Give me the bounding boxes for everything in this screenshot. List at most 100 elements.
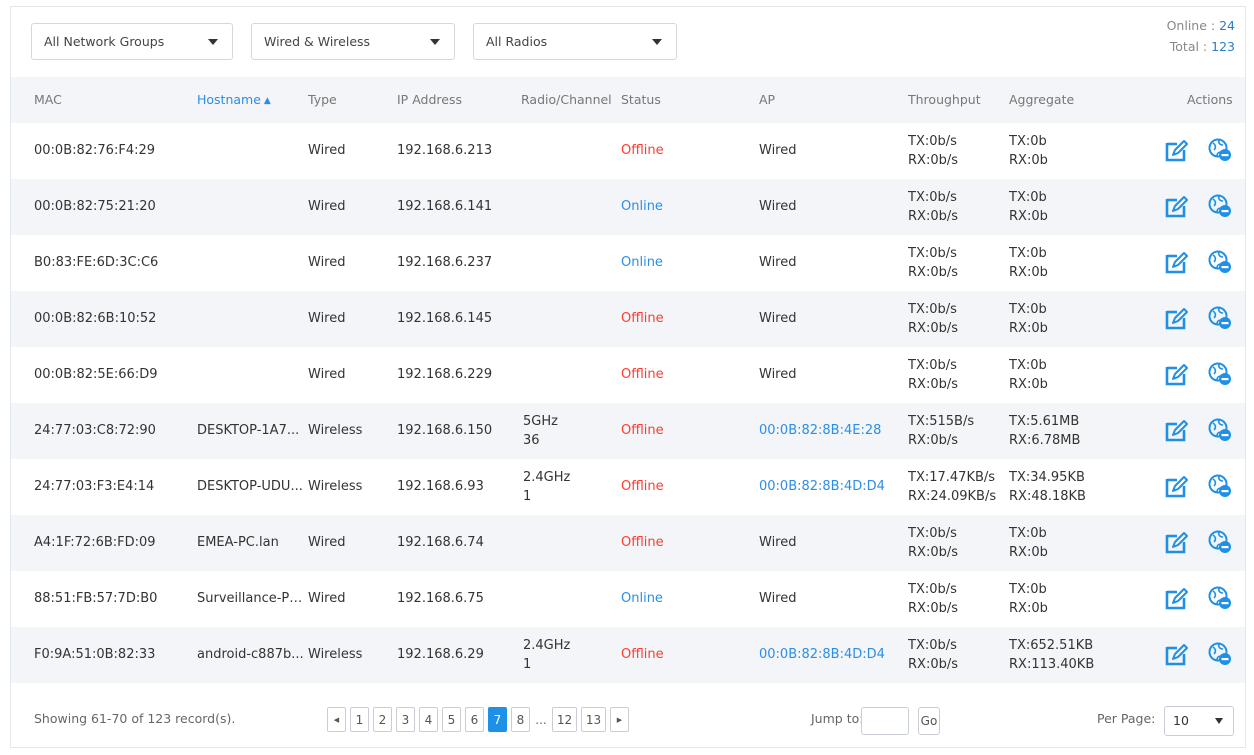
edit-icon[interactable] [1164,473,1190,499]
prev-page-icon[interactable]: ◀ [327,707,346,732]
edit-icon[interactable] [1164,137,1190,163]
table-row[interactable]: 24:77:03:C8:72:90 DESKTOP-1A7... Wireless 1… [11,403,1245,459]
table-row[interactable]: 00:0B:82:6B:10:52 Wired 192.168.6.145 Offli… [11,291,1245,347]
block-client-icon[interactable] [1207,193,1233,219]
column-ip[interactable]: IP Address [397,77,462,123]
edit-icon[interactable] [1164,585,1190,611]
cell-ap: Wired [759,591,797,606]
aggregate-tx: TX:0b [1009,358,1047,373]
cell-status: Offline [621,647,664,662]
block-client-icon[interactable] [1207,249,1233,275]
aggregate-rx: RX:0b [1009,321,1048,336]
block-client-icon[interactable] [1207,361,1233,387]
cell-aggregate: TX:0b RX:0b [1009,347,1048,403]
column-type[interactable]: Type [308,77,337,123]
cell-throughput: TX:0b/s RX:0b/s [908,291,958,347]
client-counts: Online : 24 Total : 123 [1167,15,1235,57]
column-radio-channel[interactable]: Radio/Channel [521,77,612,123]
table-row[interactable]: F0:9A:51:0B:82:33 android-c887b... Wireles… [11,627,1245,683]
cell-ap[interactable]: 00:0B:82:8B:4E:28 [759,403,881,459]
cell-ap[interactable]: 00:0B:82:8B:4D:D4 [759,459,885,515]
column-ap[interactable]: AP [759,77,775,123]
block-client-icon[interactable] [1207,529,1233,555]
cell-mac: 00:0B:82:76:F4:29 [34,143,156,158]
cell-type: Wired [308,535,346,550]
page-button[interactable]: 13 [581,707,606,732]
table-row[interactable]: 00:0B:82:5E:66:D9 Wired 192.168.6.229 Offli… [11,347,1245,403]
cell-aggregate: TX:652.51KB RX:113.40KB [1009,627,1094,683]
edit-icon[interactable] [1164,529,1190,555]
edit-icon[interactable] [1164,641,1190,667]
throughput-rx: RX:0b/s [908,321,958,336]
radio-filter-value: All Radios [486,34,548,49]
table-row[interactable]: 00:0B:82:76:F4:29 Wired 192.168.6.213 Offli… [11,123,1245,179]
per-page-value: 10 [1173,713,1189,728]
page-button[interactable]: 2 [373,707,392,732]
cell-ip: 192.168.6.237 [397,255,493,270]
page-button[interactable]: 4 [419,707,438,732]
column-status[interactable]: Status [621,77,661,123]
cell-aggregate: TX:0b RX:0b [1009,123,1048,179]
pagination: ◀ 1 2 3 4 5 6 7 8... 12 13 ▶ [327,707,629,732]
cell-ip: 192.168.6.141 [397,199,493,214]
block-client-icon[interactable] [1207,417,1233,443]
page-button[interactable]: 6 [465,707,484,732]
cell-mac: 24:77:03:C8:72:90 [34,423,156,438]
chevron-down-icon [430,39,440,45]
cell-throughput: TX:17.47KB/s RX:24.09KB/s [908,459,996,515]
table-row[interactable]: B0:83:FE:6D:3C:C6 Wired 192.168.6.237 Onlin… [11,235,1245,291]
cell-mac: A4:1F:72:6B:FD:09 [34,535,156,550]
network-group-filter[interactable]: All Network Groups [31,23,233,60]
connection-type-filter[interactable]: Wired & Wireless [251,23,455,60]
table-row[interactable]: A4:1F:72:6B:FD:09 EMEA-PC.lan Wired 192.168… [11,515,1245,571]
page-button[interactable]: 12 [552,707,577,732]
cell-throughput: TX:0b/s RX:0b/s [908,627,958,683]
edit-icon[interactable] [1164,417,1190,443]
cell-throughput: TX:0b/s RX:0b/s [908,347,958,403]
radio-filter[interactable]: All Radios [473,23,677,60]
cell-status: Offline [621,423,664,438]
table-row[interactable]: 00:0B:82:75:21:20 Wired 192.168.6.141 Onlin… [11,179,1245,235]
page-button[interactable]: 8 [511,707,530,732]
table-row[interactable]: 88:51:FB:57:7D:B0 Surveillance-PC... Wired… [11,571,1245,627]
next-page-icon[interactable]: ▶ [610,707,629,732]
column-aggregate[interactable]: Aggregate [1009,77,1074,123]
block-client-icon[interactable] [1207,641,1233,667]
column-throughput[interactable]: Throughput [908,77,981,123]
cell-type: Wired [308,255,346,270]
block-client-icon[interactable] [1207,585,1233,611]
jump-to-input[interactable] [861,707,909,735]
cell-aggregate: TX:0b RX:0b [1009,571,1048,627]
cell-ap[interactable]: 00:0B:82:8B:4D:D4 [759,627,885,683]
cell-aggregate: TX:0b RX:0b [1009,179,1048,235]
cell-mac: 24:77:03:F3:E4:14 [34,479,155,494]
edit-icon[interactable] [1164,193,1190,219]
cell-ap: Wired [759,535,797,550]
block-client-icon[interactable] [1207,473,1233,499]
column-hostname[interactable]: Hostname ▲ [197,77,271,123]
throughput-tx: TX:515B/s [908,414,975,429]
cell-throughput: TX:0b/s RX:0b/s [908,515,958,571]
cell-aggregate: TX:0b RX:0b [1009,515,1048,571]
page-button[interactable]: 5 [442,707,461,732]
edit-icon[interactable] [1164,361,1190,387]
throughput-tx: TX:0b/s [908,638,957,653]
edit-icon[interactable] [1164,249,1190,275]
block-client-icon[interactable] [1207,137,1233,163]
page-button[interactable]: 3 [396,707,415,732]
page-button[interactable]: 1 [350,707,369,732]
block-client-icon[interactable] [1207,305,1233,331]
cell-type: Wireless [308,647,363,662]
radio-channel: 1 [523,657,532,672]
edit-icon[interactable] [1164,305,1190,331]
cell-aggregate: TX:0b RX:0b [1009,235,1048,291]
per-page-select[interactable]: 10 [1164,706,1234,736]
cell-ap: Wired [759,255,797,270]
clients-panel: All Network Groups Wired & Wireless All … [10,6,1246,748]
page-button-current[interactable]: 7 [488,707,507,732]
cell-mac: F0:9A:51:0B:82:33 [34,647,156,662]
record-summary: Showing 61-70 of 123 record(s). [34,711,236,726]
table-row[interactable]: 24:77:03:F3:E4:14 DESKTOP-UDU... Wireless 1… [11,459,1245,515]
column-mac[interactable]: MAC [34,77,62,123]
go-button[interactable]: Go [918,707,940,735]
